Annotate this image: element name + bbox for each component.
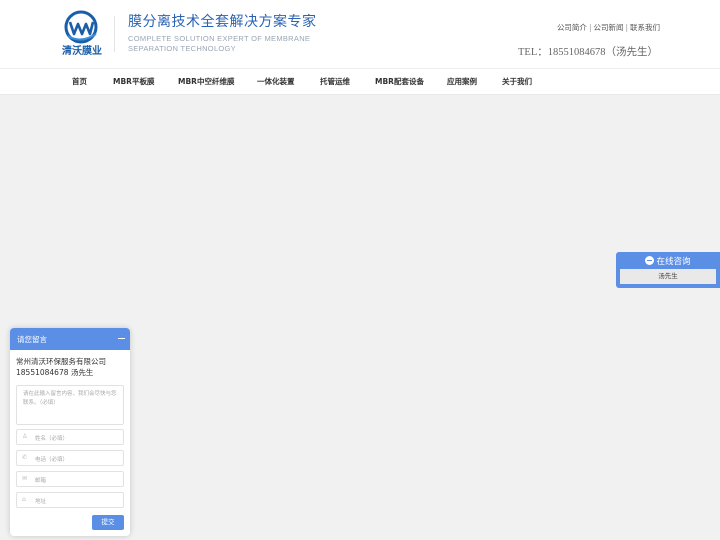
- address-placeholder: 地址: [35, 499, 47, 505]
- email-field[interactable]: ✉ 邮箱: [16, 471, 124, 487]
- header: 清沃膜业 膜分离技术全套解决方案专家 COMPLETE SOLUTION EXP…: [0, 0, 720, 68]
- message-panel-header: 请您留言: [10, 328, 130, 350]
- nav-item-operations[interactable]: 托管运维: [320, 76, 350, 87]
- minimize-icon[interactable]: [118, 338, 125, 339]
- name-field[interactable]: ♙ 姓名（必填）: [16, 429, 124, 445]
- message-textarea[interactable]: 请在此输入留言内容，我们会尽快与您联系。（必填）: [16, 385, 124, 425]
- nav-item-home[interactable]: 首页: [72, 76, 87, 87]
- tel-field[interactable]: ✆ 电话（必填）: [16, 450, 124, 466]
- top-links: 公司简介 | 公司新闻 | 联系我们: [556, 23, 660, 32]
- top-link-about[interactable]: 公司简介: [557, 23, 587, 32]
- header-divider: [114, 16, 115, 52]
- nav-item-integrated[interactable]: 一体化装置: [257, 76, 295, 87]
- slogan-cn: 膜分离技术全套解决方案专家: [128, 14, 317, 30]
- contact-phone: 18551084678 汤先生: [16, 368, 94, 377]
- nav-item-mbr-flat[interactable]: MBR平板膜: [113, 76, 154, 87]
- logo-text: 清沃膜业: [62, 46, 102, 57]
- user-icon: ♙: [22, 433, 28, 440]
- top-link-contact[interactable]: 联系我们: [630, 23, 660, 32]
- consult-title: 在线咨询: [616, 255, 720, 267]
- consult-title-text: 在线咨询: [656, 257, 691, 267]
- email-icon: ✉: [22, 475, 28, 482]
- nav-item-about[interactable]: 关于我们: [502, 76, 532, 87]
- tel-number: TEL：18551084678（汤先生）: [518, 47, 658, 58]
- address-field[interactable]: ⌂ 地址: [16, 492, 124, 508]
- location-icon: ⌂: [22, 496, 26, 503]
- name-placeholder: 姓名（必填）: [35, 436, 69, 442]
- top-link-news[interactable]: 公司新闻: [593, 23, 623, 32]
- email-placeholder: 邮箱: [35, 478, 47, 484]
- online-consult-widget[interactable]: 在线咨询 汤先生: [616, 252, 720, 288]
- company-name: 常州清沃环保服务有限公司: [16, 357, 106, 366]
- slogan-en: COMPLETE SOLUTION EXPERT OF MEMBRANE SEP…: [128, 34, 311, 53]
- consult-contact-button[interactable]: 汤先生: [620, 269, 716, 284]
- main-nav: 首页 MBR平板膜 MBR中空纤维膜 一体化装置 托管运维 MBR配套设备 应用…: [0, 68, 720, 95]
- nav-item-mbr-hollow[interactable]: MBR中空纤维膜: [178, 76, 234, 87]
- chat-icon: [645, 256, 655, 265]
- nav-item-equipment[interactable]: MBR配套设备: [375, 76, 424, 87]
- phone-icon: ✆: [22, 454, 28, 461]
- message-panel-title: 请您留言: [17, 335, 47, 344]
- tel-placeholder: 电话（必填）: [35, 457, 69, 463]
- submit-button[interactable]: 提交: [92, 515, 124, 530]
- nav-item-cases[interactable]: 应用案例: [447, 76, 477, 87]
- message-panel: 请您留言 常州清沃环保服务有限公司 18551084678 汤先生 请在此输入留…: [10, 328, 130, 536]
